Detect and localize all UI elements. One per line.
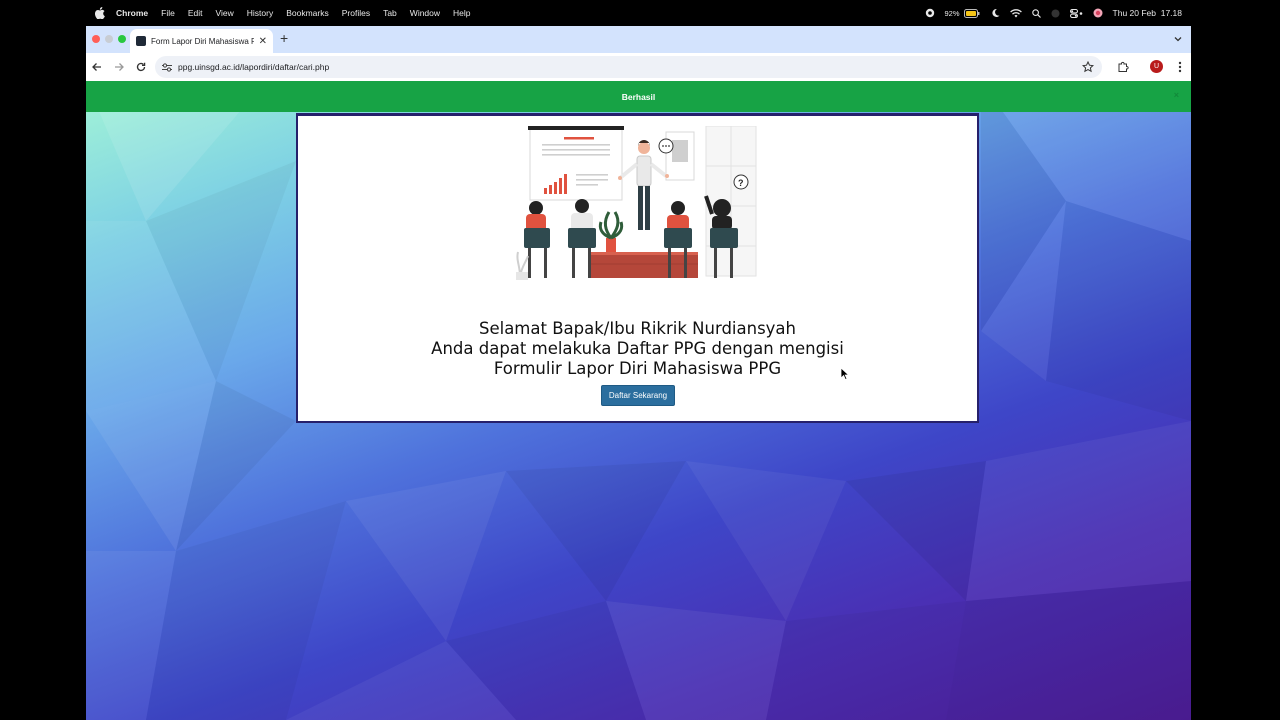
greeting-line-2: Anda dapat melakuka Daftar PPG dengan me… — [431, 339, 844, 358]
browser-window: Form Lapor Diri Mahasiswa P ✕ + ppg.uins… — [86, 26, 1191, 720]
menu-view[interactable]: View — [215, 8, 233, 18]
menu-file[interactable]: File — [161, 8, 175, 18]
alert-close-icon[interactable]: × — [1174, 90, 1179, 100]
menu-app-name[interactable]: Chrome — [116, 8, 148, 18]
tab-form-lapor-diri[interactable]: Form Lapor Diri Mahasiswa P ✕ — [130, 29, 273, 53]
greeting-line-3: Formulir Lapor Diri Mahasiswa PPG — [493, 359, 782, 378]
menu-tab[interactable]: Tab — [383, 8, 397, 18]
daftar-sekarang-button[interactable]: Daftar Sekarang — [601, 385, 675, 406]
menu-history[interactable]: History — [247, 8, 273, 18]
accessibility-icon[interactable] — [1051, 9, 1060, 18]
user-avatar-icon[interactable] — [1093, 8, 1103, 18]
menu-bookmarks[interactable]: Bookmarks — [286, 8, 329, 18]
alert-message: Berhasil — [621, 91, 656, 102]
wifi-icon[interactable] — [1009, 8, 1022, 18]
record-icon[interactable] — [925, 8, 935, 18]
tab-strip: Form Lapor Diri Mahasiswa P ✕ + — [86, 26, 1191, 53]
macos-menubar: Chrome File Edit View History Bookmarks … — [0, 0, 1280, 26]
menu-window[interactable]: Window — [410, 8, 440, 18]
menubar-status-area: 92% Thu 20 Feb 17.18 — [925, 0, 1182, 26]
browser-toolbar: ppg.uinsgd.ac.id/lapordiri/daftar/cari.p… — [86, 53, 1191, 81]
address-bar[interactable]: ppg.uinsgd.ac.id/lapordiri/daftar/cari.p… — [155, 56, 1102, 78]
menu-edit[interactable]: Edit — [188, 8, 203, 18]
tab-close-icon[interactable]: ✕ — [259, 36, 267, 47]
registration-card: ? Selamat Bapak/Ibu Rikrik Nurdiansyah A… — [296, 113, 979, 423]
browser-menu-kebab-icon[interactable] — [1178, 60, 1182, 78]
reload-icon[interactable] — [134, 60, 148, 74]
spotlight-search-icon[interactable] — [1031, 8, 1041, 18]
new-tab-plus-icon[interactable]: + — [280, 30, 288, 46]
success-alert: Berhasil × — [86, 81, 1191, 112]
site-favicon-icon — [136, 36, 146, 46]
svg-text:?: ? — [738, 178, 744, 188]
menu-profiles[interactable]: Profiles — [342, 8, 370, 18]
apple-logo-icon[interactable] — [94, 7, 106, 19]
page-viewport: Berhasil × ? Selamat Bapak/Ibu Rikrik Nu… — [86, 81, 1191, 720]
menubar-clock[interactable]: Thu 20 Feb 17.18 — [1113, 8, 1182, 18]
focus-moon-icon[interactable] — [990, 8, 1000, 18]
back-arrow-icon[interactable] — [90, 60, 104, 74]
greeting-message: Selamat Bapak/Ibu Rikrik Nurdiansyah And… — [298, 319, 977, 379]
extensions-puzzle-icon[interactable] — [1117, 60, 1129, 78]
bookmark-star-icon[interactable] — [1081, 60, 1095, 78]
mouse-cursor-icon — [840, 367, 850, 381]
url-text[interactable]: ppg.uinsgd.ac.id/lapordiri/daftar/cari.p… — [178, 62, 329, 72]
presentation-illustration: ? — [516, 126, 757, 280]
battery-percent: 92% — [944, 8, 960, 18]
minimize-window-button[interactable] — [105, 35, 113, 43]
close-window-button[interactable] — [92, 35, 100, 43]
tab-search-chevron-icon[interactable] — [1171, 32, 1185, 46]
battery-icon[interactable] — [963, 8, 980, 18]
profile-avatar[interactable]: U — [1150, 60, 1163, 73]
control-center-icon[interactable] — [1069, 8, 1083, 18]
zoom-window-button[interactable] — [118, 35, 126, 43]
tab-title: Form Lapor Diri Mahasiswa P — [151, 36, 254, 46]
window-controls — [92, 35, 126, 43]
site-settings-icon[interactable] — [162, 62, 172, 72]
forward-arrow-icon[interactable] — [112, 60, 126, 74]
greeting-line-1: Selamat Bapak/Ibu Rikrik Nurdiansyah — [478, 319, 796, 338]
menu-help[interactable]: Help — [453, 8, 470, 18]
